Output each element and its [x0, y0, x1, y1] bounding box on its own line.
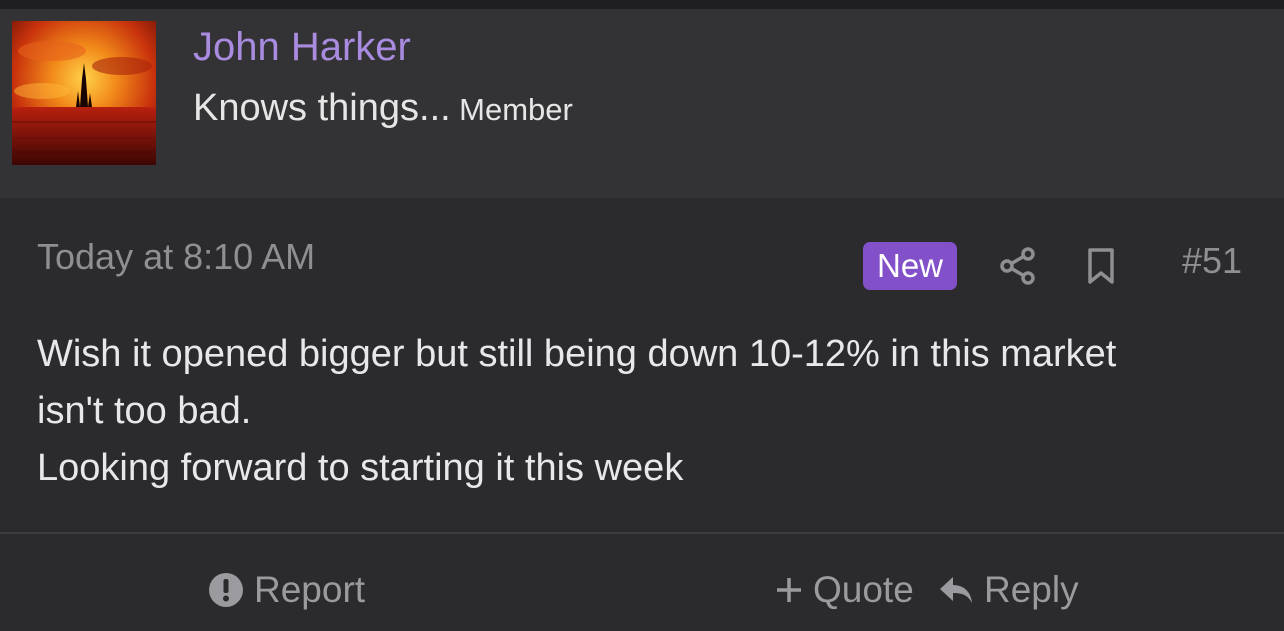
username-link[interactable]: John Harker [193, 25, 411, 70]
user-title: Knows things... [193, 87, 451, 129]
bookmark-button[interactable] [1083, 246, 1119, 286]
user-role: Member [459, 92, 573, 127]
post-body: Wish it opened bigger but still being do… [37, 326, 1247, 497]
quote-label: Quote [813, 569, 914, 610]
reply-button[interactable]: Reply [938, 568, 1079, 612]
user-subtitle: Knows things... Member [193, 87, 573, 130]
post-actions-bar: Report Quote Reply [0, 534, 1284, 631]
post-body-line: Looking forward to starting it this week [37, 447, 684, 489]
reply-label: Reply [984, 569, 1079, 610]
avatar-image [12, 21, 156, 165]
plus-icon [775, 576, 803, 604]
share-icon [1000, 247, 1035, 285]
report-button[interactable]: Report [208, 568, 365, 612]
post-author-header: John Harker Knows things... Member [0, 9, 1284, 198]
report-label: Report [254, 569, 366, 610]
top-bar [0, 0, 1284, 9]
post-card: Today at 8:10 AM New #51 Wish it opened … [0, 198, 1284, 532]
post-timestamp[interactable]: Today at 8:10 AM [37, 236, 315, 278]
quote-button[interactable]: Quote [775, 568, 914, 612]
post-body-line: isn't too bad. [37, 390, 252, 432]
post-number-link[interactable]: #51 [1182, 240, 1242, 282]
share-button[interactable] [998, 246, 1038, 286]
post-body-line: Wish it opened bigger but still being do… [37, 333, 1117, 375]
reply-icon [938, 574, 974, 606]
new-badge: New [863, 242, 958, 290]
avatar[interactable] [12, 21, 156, 165]
bookmark-icon [1088, 248, 1114, 284]
alert-circle-icon [208, 572, 244, 608]
